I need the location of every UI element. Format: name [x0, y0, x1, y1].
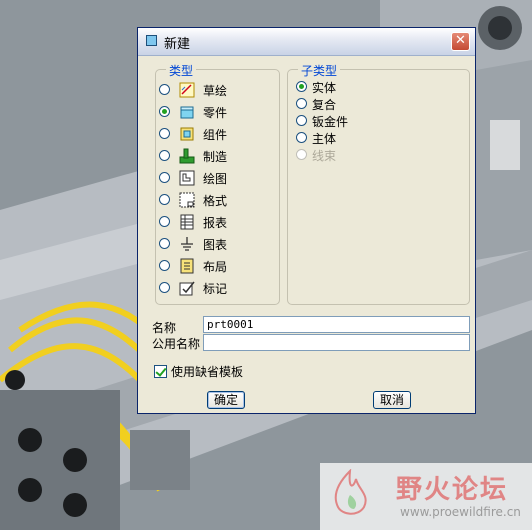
- part-icon: [180, 106, 194, 119]
- subtype-option-sheetmetal[interactable]: 钣金件: [296, 112, 386, 130]
- subtype-option-composite[interactable]: 复合: [296, 95, 386, 113]
- type-label-manufacturing: 制造: [203, 150, 228, 164]
- type-label-diagram: 图表: [203, 238, 228, 252]
- name-label: 名称: [152, 321, 177, 335]
- type-option-manufacturing[interactable]: 制造: [156, 147, 276, 165]
- type-group: 类型 草绘 零件 组件 制造 绘图 格式 报表 图表 布局 标记: [155, 62, 280, 305]
- type-radio-drawing[interactable]: [159, 172, 170, 183]
- subtype-option-body[interactable]: 主体: [296, 129, 386, 147]
- format-icon: [179, 192, 195, 208]
- type-option-markup[interactable]: 标记: [156, 279, 276, 297]
- type-radio-layout[interactable]: [159, 260, 170, 271]
- type-radio-format[interactable]: [159, 194, 170, 205]
- type-label-assembly: 组件: [203, 128, 228, 142]
- type-label-part: 零件: [203, 106, 228, 120]
- forum-watermark: 野火论坛 www.proewildfire.cn: [320, 463, 532, 530]
- subtype-option-harness: 线束: [296, 146, 386, 164]
- use-default-template-checkbox[interactable]: [154, 365, 167, 378]
- markup-icon: [179, 281, 195, 296]
- subtype-label-body: 主体: [312, 132, 337, 146]
- subtype-radio-body[interactable]: [296, 132, 307, 143]
- type-label-report: 报表: [203, 216, 228, 230]
- subtype-radio-harness: [296, 149, 307, 160]
- flame-logo-icon: [334, 469, 367, 515]
- subtype-label-harness: 线束: [312, 149, 337, 163]
- subtype-group-label: 子类型: [298, 62, 341, 79]
- sketch-icon: [179, 82, 195, 98]
- dialog-title: 新建: [164, 37, 191, 52]
- cancel-button[interactable]: 取消: [373, 391, 411, 409]
- report-icon: [180, 214, 194, 230]
- type-option-part[interactable]: 零件: [156, 103, 276, 121]
- type-option-diagram[interactable]: 图表: [156, 235, 276, 253]
- watermark-url: www.proewildfire.cn: [400, 505, 521, 519]
- type-label-drawing: 绘图: [203, 172, 228, 186]
- dialog-titlebar[interactable]: 新建 ✕: [138, 28, 475, 56]
- type-label-format: 格式: [203, 194, 228, 208]
- diagram-icon: [181, 237, 193, 251]
- assembly-icon: [180, 127, 194, 141]
- subtype-group: 子类型 实体 复合 钣金件 主体 线束: [287, 62, 470, 305]
- type-radio-report[interactable]: [159, 216, 170, 227]
- type-option-format[interactable]: 格式: [156, 191, 276, 209]
- type-label-sketch: 草绘: [203, 84, 228, 98]
- type-group-label: 类型: [166, 62, 197, 79]
- type-radio-part[interactable]: [159, 106, 170, 117]
- new-file-dialog: 新建 ✕ 类型 草绘 零件 组件 制造 绘图 格式 报表 图表 布局 标记 子类…: [137, 27, 476, 414]
- layout-icon: [180, 258, 194, 274]
- subtype-label-composite: 复合: [312, 98, 337, 112]
- common-name-input[interactable]: [203, 334, 470, 351]
- subtype-label-solid: 实体: [312, 81, 337, 95]
- manufacturing-icon: [179, 148, 195, 164]
- type-label-markup: 标记: [203, 282, 228, 296]
- name-input[interactable]: prt0001: [203, 316, 470, 333]
- watermark-title: 野火论坛: [396, 475, 509, 505]
- ok-button[interactable]: 确定: [207, 391, 245, 409]
- type-option-layout[interactable]: 布局: [156, 257, 276, 275]
- use-default-template-label: 使用缺省模板: [171, 365, 244, 379]
- type-option-drawing[interactable]: 绘图: [156, 169, 276, 187]
- type-radio-sketch[interactable]: [159, 84, 170, 95]
- type-option-assembly[interactable]: 组件: [156, 125, 276, 143]
- type-option-sketch[interactable]: 草绘: [156, 81, 276, 99]
- type-radio-markup[interactable]: [159, 282, 170, 293]
- close-button[interactable]: ✕: [451, 32, 470, 51]
- app-icon: [146, 35, 157, 46]
- subtype-radio-composite[interactable]: [296, 98, 307, 109]
- type-radio-manufacturing[interactable]: [159, 150, 170, 161]
- type-option-report[interactable]: 报表: [156, 213, 276, 231]
- subtype-radio-sheetmetal[interactable]: [296, 115, 307, 126]
- subtype-option-solid[interactable]: 实体: [296, 78, 386, 96]
- subtype-label-sheetmetal: 钣金件: [312, 115, 349, 129]
- close-icon: ✕: [455, 33, 466, 48]
- common-name-label: 公用名称: [152, 337, 201, 351]
- type-radio-diagram[interactable]: [159, 238, 170, 249]
- drawing-icon: [179, 170, 195, 186]
- type-radio-assembly[interactable]: [159, 128, 170, 139]
- type-label-layout: 布局: [203, 260, 228, 274]
- subtype-radio-solid[interactable]: [296, 81, 307, 92]
